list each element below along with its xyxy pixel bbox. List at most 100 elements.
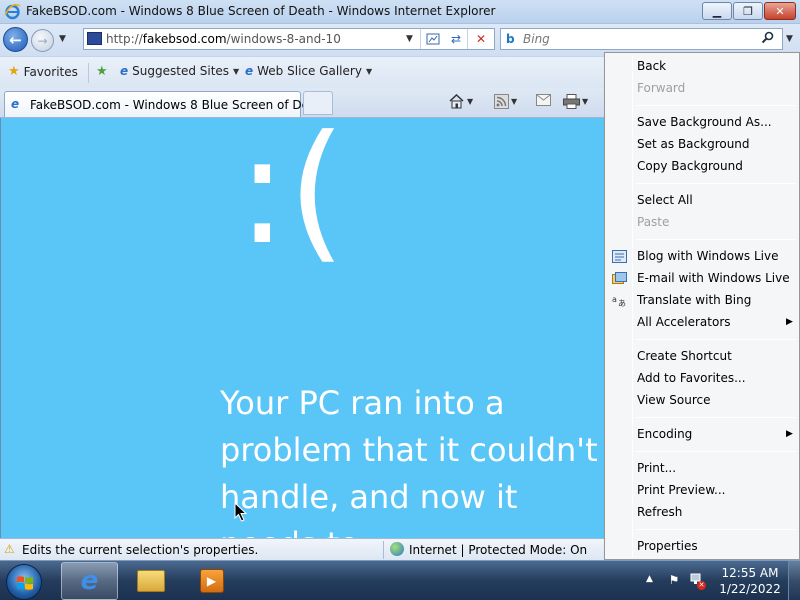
search-options-dropdown-icon[interactable]: ▼ (786, 34, 793, 44)
address-dropdown-icon[interactable]: ▼ (406, 34, 413, 44)
minimize-icon: ▁ (712, 4, 722, 18)
taskbar-internet-explorer-button[interactable]: e (61, 562, 118, 600)
svg-text:あ: あ (618, 299, 626, 307)
feeds-button[interactable]: ▼ (494, 94, 517, 109)
sad-face-emoticon: :( (237, 118, 347, 278)
blog-icon (611, 249, 627, 263)
chevron-down-icon: ▼ (582, 97, 589, 106)
address-url[interactable]: http://fakebsod.com/windows-8-and-10 (106, 32, 341, 46)
menu-item-blog-with-windows-live[interactable]: Blog with Windows Live (637, 249, 779, 263)
menu-item-encoding[interactable]: Encoding (637, 427, 692, 441)
security-zone-label[interactable]: Internet | Protected Mode: On (409, 543, 587, 557)
back-button[interactable]: ← (3, 27, 28, 52)
chevron-down-icon: ▼ (365, 66, 373, 76)
minimize-button[interactable]: ▁ (702, 2, 732, 20)
menu-item-print[interactable]: Print... (637, 461, 676, 475)
show-hidden-icons-icon[interactable]: ▲ (646, 574, 653, 584)
media-player-icon: ▶ (199, 569, 224, 593)
page-content[interactable]: :( Your PC ran into a problem that it co… (0, 118, 604, 538)
menu-item-add-to-favorites[interactable]: Add to Favorites... (637, 371, 746, 385)
maximize-button[interactable]: ❐ (733, 2, 763, 20)
address-divider (420, 29, 421, 49)
mail-icon (536, 94, 551, 106)
chevron-down-icon: ▼ (511, 97, 518, 106)
web-slice-gallery-button[interactable]: e Web Slice Gallery ▼ (245, 64, 372, 78)
start-button[interactable] (6, 564, 42, 600)
suggested-sites-button[interactable]: e Suggested Sites ▼ (120, 64, 239, 78)
tab-fakebsod[interactable]: e FakeBSOD.com - Windows 8 Blue Screen o… (4, 91, 329, 117)
warning-icon: ⚠ (4, 542, 15, 556)
search-placeholder: Bing (523, 32, 550, 46)
suggested-sites-label: Suggested Sites (132, 64, 230, 78)
search-box[interactable]: b Bing (500, 28, 783, 50)
chevron-down-icon: ▼ (233, 66, 240, 76)
printer-icon (563, 94, 580, 109)
menu-icon-gutter (632, 55, 633, 557)
window-title: FakeBSOD.com - Windows 8 Blue Screen of … (26, 4, 496, 18)
menu-item-all-accelerators[interactable]: All Accelerators (637, 315, 731, 329)
recent-pages-dropdown-icon[interactable]: ▼ (59, 34, 66, 44)
close-icon: ✕ (775, 4, 785, 18)
tab-ie-icon: e (11, 97, 20, 111)
web-slice-gallery-label: Web Slice Gallery (257, 64, 362, 78)
compatibility-view-icon[interactable] (424, 31, 442, 47)
taskbar-media-player-button[interactable]: ▶ (183, 562, 240, 600)
submenu-arrow-icon: ▶ (786, 429, 793, 439)
forward-arrow-icon: → (37, 33, 48, 48)
search-icon[interactable] (761, 31, 774, 47)
network-disconnected-badge-icon: ✕ (697, 581, 706, 590)
menu-separator (636, 529, 796, 530)
menu-item-refresh[interactable]: Refresh (637, 505, 682, 519)
tab-label: FakeBSOD.com - Windows 8 Blue Screen of … (30, 98, 329, 112)
menu-item-create-shortcut[interactable]: Create Shortcut (637, 349, 732, 363)
mouse-cursor-icon (234, 502, 248, 522)
print-button[interactable]: ▼ (563, 94, 588, 109)
new-tab-button[interactable] (303, 91, 333, 115)
ie-page-icon: e (120, 64, 129, 78)
home-button[interactable]: ▼ (448, 94, 473, 109)
system-clock[interactable]: 12:55 AM 1/22/2022 (718, 565, 782, 597)
stop-icon[interactable]: ✕ (472, 31, 490, 47)
menu-separator (636, 105, 796, 106)
taskbar-windows-explorer-button[interactable] (122, 562, 179, 600)
favorites-button[interactable]: ★ Favorites (8, 64, 78, 79)
menu-separator (636, 451, 796, 452)
status-message: Edits the current selection's properties… (22, 543, 259, 557)
add-favorite-star-icon: ★ (96, 64, 108, 79)
menu-item-back[interactable]: Back (637, 59, 666, 73)
windows-logo-icon (17, 576, 33, 590)
menu-item-save-background-as[interactable]: Save Background As... (637, 115, 772, 129)
chevron-down-icon: ▼ (467, 97, 474, 106)
add-to-favorites-bar-button[interactable]: ★ (96, 64, 108, 79)
status-bar: ⚠ Edits the current selection's properti… (0, 538, 604, 560)
show-desktop-button[interactable] (788, 561, 800, 600)
menu-item-email-with-windows-live[interactable]: E-mail with Windows Live (637, 271, 790, 285)
internet-explorer-icon (4, 3, 21, 20)
menu-item-translate-with-bing[interactable]: Translate with Bing (637, 293, 751, 307)
menu-item-copy-background[interactable]: Copy Background (637, 159, 743, 173)
menu-item-select-all[interactable]: Select All (637, 193, 693, 207)
close-button[interactable]: ✕ (764, 2, 796, 20)
title-bar: FakeBSOD.com - Windows 8 Blue Screen of … (0, 0, 800, 24)
menu-item-print-preview[interactable]: Print Preview... (637, 483, 725, 497)
menu-separator (636, 239, 796, 240)
menu-separator (636, 183, 796, 184)
menu-item-view-source[interactable]: View Source (637, 393, 711, 407)
action-center-flag-icon[interactable]: ⚑ (666, 572, 682, 588)
menu-separator (636, 339, 796, 340)
forward-button[interactable]: → (31, 29, 54, 52)
clock-time: 12:55 AM (721, 566, 779, 580)
internet-zone-globe-icon (390, 542, 404, 556)
address-bar[interactable]: http://fakebsod.com/windows-8-and-10 ▼ ⇄… (83, 28, 495, 50)
url-host: fakebsod.com (142, 32, 227, 46)
status-divider (383, 541, 384, 559)
svg-text:a: a (612, 295, 617, 304)
menu-item-set-as-background[interactable]: Set as Background (637, 137, 750, 151)
address-divider (467, 29, 468, 49)
refresh-icon[interactable]: ⇄ (447, 31, 465, 47)
read-mail-button[interactable] (536, 94, 551, 106)
ie-page-icon: e (245, 64, 254, 78)
submenu-arrow-icon: ▶ (786, 317, 793, 327)
menu-item-properties[interactable]: Properties (637, 539, 698, 553)
menu-item-paste: Paste (637, 215, 670, 229)
